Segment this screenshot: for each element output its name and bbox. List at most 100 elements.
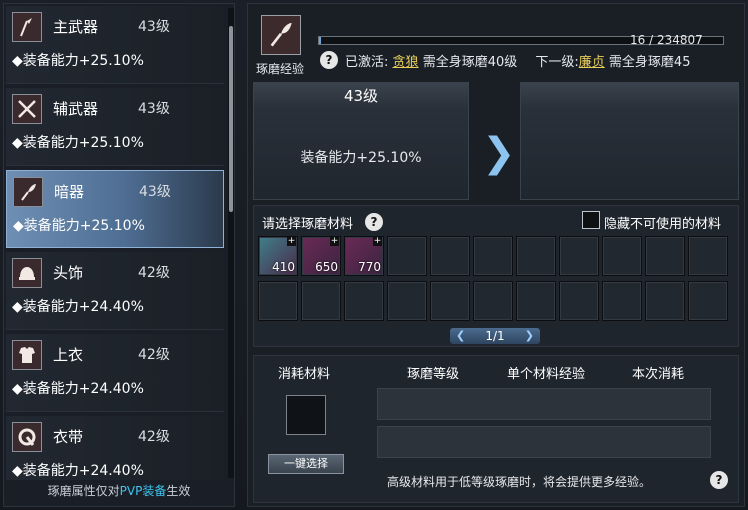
dagger-icon (261, 15, 301, 55)
item-name: 暗器 (54, 183, 85, 201)
material-slot[interactable] (559, 236, 599, 276)
material-slot[interactable] (645, 236, 685, 276)
item-stat: ◆装备能力+24.40% (12, 381, 144, 397)
item-stat: ◆装备能力+24.40% (12, 299, 144, 315)
next-level-header (521, 83, 738, 109)
activated-req: 需全身琢磨40级 (422, 55, 518, 70)
material-slot[interactable] (473, 281, 513, 321)
col-polish-level: 琢磨等级 (407, 367, 460, 382)
material-slot[interactable] (559, 281, 599, 321)
material-slot[interactable] (344, 281, 384, 321)
item-name: 头饰 (53, 264, 84, 282)
item-level: 42级 (138, 265, 170, 281)
page-prev-icon[interactable]: ❮ (456, 328, 465, 344)
list-scrollbar-thumb[interactable] (229, 26, 233, 212)
item-level: 43级 (139, 184, 171, 200)
page-indicator: 1/1 (485, 329, 505, 343)
list-item-headwear[interactable]: 头饰 42级 ◆装备能力+24.40% (6, 252, 224, 330)
activated-label: 已激活: (345, 55, 389, 70)
dagger-icon (13, 177, 43, 207)
material-slot[interactable] (688, 281, 728, 321)
one-key-select-button[interactable]: 一键选择 (268, 454, 344, 474)
item-level: 42级 (138, 429, 170, 445)
material-slot[interactable] (387, 236, 427, 276)
spear-icon (12, 12, 42, 42)
next-level-box (520, 82, 739, 200)
equipment-list: 主武器 43级 ◆装备能力+25.10% 辅武器 43级 ◆装备能力+25.10… (4, 4, 228, 480)
consume-material-slot[interactable] (286, 395, 326, 435)
col-material: 消耗材料 (278, 367, 331, 382)
crossed-swords-icon (12, 94, 42, 124)
material-slot[interactable]: +650 (301, 236, 341, 276)
next-label: 下一级: (535, 55, 579, 70)
item-name: 衣带 (53, 428, 84, 446)
helmet-icon (12, 258, 42, 288)
material-slot[interactable]: +410 (258, 236, 298, 276)
material-slot[interactable] (387, 281, 427, 321)
material-count: 770 (358, 260, 381, 274)
exp-label: 琢磨经验 (256, 62, 305, 76)
material-title: 请选择琢磨材料 (262, 217, 354, 232)
list-item-main-weapon[interactable]: 主武器 43级 ◆装备能力+25.10% (6, 6, 224, 84)
next-name-link[interactable]: 廉贞 (579, 55, 605, 70)
material-slot[interactable] (645, 281, 685, 321)
activation-line: 已激活: 贪狼 需全身琢磨40级 下一级:廉贞 需全身琢磨45 (345, 51, 690, 70)
pvp-footer-note: 琢磨属性仅对PVP装备生效 (4, 482, 234, 499)
exp-progress: 16 / 234807 (630, 33, 703, 47)
current-stat: 装备能力+25.10% (300, 150, 422, 166)
material-slot[interactable] (516, 281, 556, 321)
material-slot[interactable] (301, 281, 341, 321)
item-stat: ◆装备能力+25.10% (12, 135, 144, 151)
footer-suffix: 生效 (166, 484, 191, 498)
chevron-right-icon: ❯ (482, 130, 516, 176)
current-level-box: 43级 装备能力+25.10% (253, 82, 469, 200)
material-slot[interactable] (602, 281, 642, 321)
col-unit-exp: 单个材料经验 (507, 367, 586, 382)
current-level: 43级 (254, 83, 468, 109)
page-next-icon[interactable]: ❯ (525, 328, 534, 344)
item-level: 43级 (138, 101, 170, 117)
plus-icon: + (330, 236, 339, 246)
plus-icon: + (373, 236, 382, 246)
material-slot[interactable] (602, 236, 642, 276)
consume-row (377, 426, 711, 458)
belt-icon (12, 422, 42, 452)
help-icon[interactable]: ? (710, 471, 728, 489)
material-slot[interactable] (430, 236, 470, 276)
plus-icon: + (287, 236, 296, 246)
item-level: 43级 (138, 19, 170, 35)
material-note: 高级材料用于低等级琢磨时，将会提供更多经验。 (387, 475, 652, 489)
help-icon[interactable]: ? (365, 213, 383, 231)
list-item-belt[interactable]: 衣带 42级 ◆装备能力+24.40% (6, 416, 224, 480)
material-count: 410 (272, 260, 295, 274)
consume-row (377, 388, 711, 420)
footer-pvp: PVP装备 (119, 484, 167, 498)
col-this-cost: 本次消耗 (632, 367, 685, 382)
activated-name-link[interactable]: 贪狼 (393, 55, 419, 70)
item-level: 42级 (138, 347, 170, 363)
equipment-list-panel: 主武器 43级 ◆装备能力+25.10% 辅武器 43级 ◆装备能力+25.10… (3, 3, 235, 507)
next-req: 需全身琢磨45 (608, 55, 691, 70)
item-name: 主武器 (53, 18, 99, 36)
material-count: 650 (315, 260, 338, 274)
material-slot[interactable] (516, 236, 556, 276)
item-name: 辅武器 (53, 100, 99, 118)
item-stat: ◆装备能力+25.10% (13, 218, 145, 234)
material-slot[interactable] (688, 236, 728, 276)
item-stat: ◆装备能力+24.40% (12, 463, 144, 479)
item-stat: ◆装备能力+25.10% (12, 53, 144, 69)
material-slot[interactable] (258, 281, 298, 321)
material-slot[interactable]: +770 (344, 236, 384, 276)
list-item-secondary-weapon[interactable]: 辅武器 43级 ◆装备能力+25.10% (6, 88, 224, 166)
help-icon[interactable]: ? (320, 51, 338, 69)
material-slot[interactable] (430, 281, 470, 321)
material-slot[interactable] (473, 236, 513, 276)
hide-unusable-label: 隐藏不可使用的材料 (604, 217, 722, 232)
list-item-top[interactable]: 上衣 42级 ◆装备能力+24.40% (6, 334, 224, 412)
item-name: 上衣 (53, 346, 84, 364)
pager: ❮ 1/1 ❯ (450, 328, 540, 344)
hide-unusable-checkbox[interactable] (582, 211, 600, 229)
list-item-hidden-weapon[interactable]: 暗器 43级 ◆装备能力+25.10% (6, 170, 224, 248)
footer-prefix: 琢磨属性仅对 (47, 484, 120, 498)
armor-icon (12, 340, 42, 370)
